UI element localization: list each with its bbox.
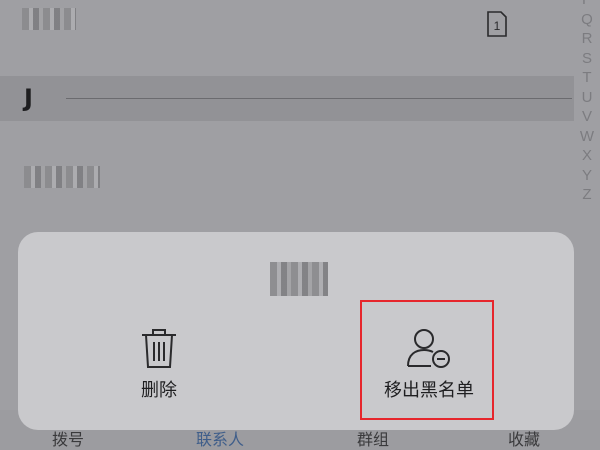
index-letter[interactable]: X [574,146,600,166]
index-letter[interactable]: S [574,49,600,69]
trash-icon [142,329,176,368]
section-letter: J [24,84,33,112]
index-letter[interactable]: Q [574,10,600,30]
contact-row[interactable] [0,122,600,230]
index-letter[interactable]: W [574,127,600,147]
index-letter[interactable]: Z [574,185,600,205]
index-letter[interactable]: Y [574,166,600,186]
index-letter[interactable]: T [574,68,600,88]
highlight-box [360,300,494,420]
redacted-contact-title [270,262,328,296]
sim-card-number: 1 [494,19,501,33]
redacted-contact-name [22,8,76,30]
alphabet-index[interactable]: P Q R S T U V W X Y Z [574,0,600,240]
sim-card-icon: 1 [487,11,507,37]
redacted-contact-name [24,166,100,188]
delete-label: 删除 [141,380,177,401]
delete-button[interactable]: 删除 [104,310,214,420]
index-letter[interactable]: U [574,88,600,108]
index-letter[interactable]: P [574,0,600,10]
section-header: J [0,76,574,121]
index-letter[interactable]: R [574,29,600,49]
section-divider [66,98,572,99]
contact-row[interactable]: 1 [0,0,600,72]
index-letter[interactable]: V [574,107,600,127]
